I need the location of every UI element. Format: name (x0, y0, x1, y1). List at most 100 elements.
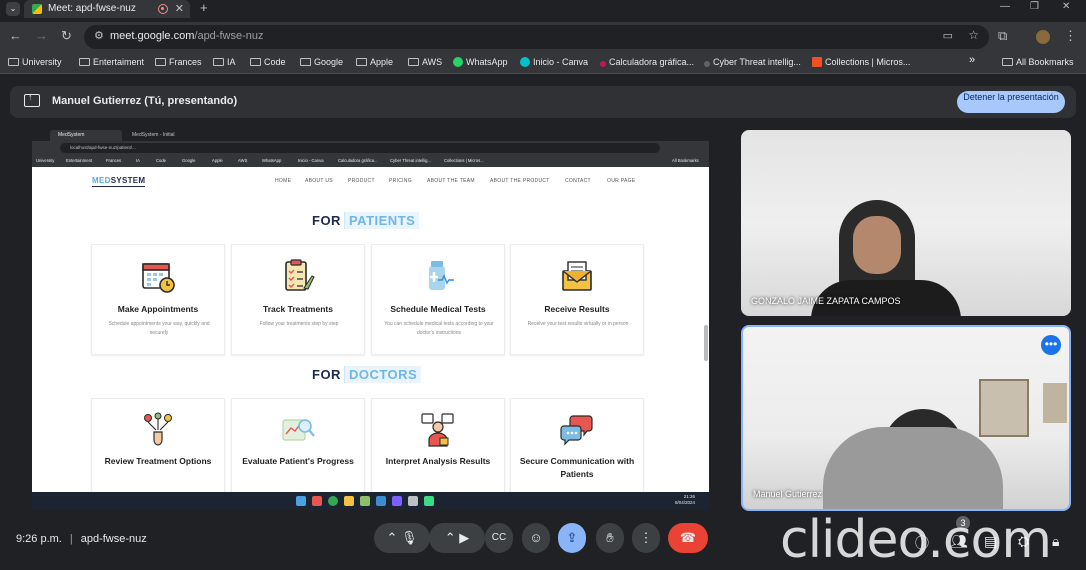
medsystem-page: MEDSYSTEM HOME ABOUT US PRODUCT PRICING … (32, 167, 709, 509)
stop-presenting-button[interactable]: Detener la presentación (957, 91, 1065, 113)
card-description: You can schedule medical tests according… (384, 321, 494, 336)
site-nav-about[interactable]: ABOUT US (305, 178, 333, 184)
site-info-icon[interactable]: ⚙ (94, 29, 104, 42)
host-controls-icon[interactable]: 🔒︎ (1052, 533, 1059, 550)
bookmark-entertainment[interactable]: Entertaiment (79, 56, 144, 69)
envelope-letter-icon (562, 261, 592, 291)
card-make-appointments[interactable]: Make Appointments Schedule appointments … (91, 244, 225, 355)
captions-icon: CC (491, 532, 507, 543)
bookmarks-overflow[interactable]: » (969, 54, 975, 67)
profile-avatar[interactable] (1036, 30, 1050, 44)
participant-tile-manuel[interactable]: ••• Manuel Gutierrez (741, 325, 1071, 511)
medical-bottle-icon (429, 261, 454, 290)
menu-kebab-icon[interactable]: ⋮ (1064, 28, 1077, 44)
browser-tab-strip: ⌄ Meet: apd-fwse-nuz ✕ + — ❐ ✕ (0, 0, 1086, 22)
reload-icon[interactable]: ↻ (61, 28, 72, 44)
all-bookmarks[interactable]: All Bookmarks (1002, 56, 1074, 69)
back-arrow-icon[interactable]: ← (9, 28, 22, 44)
meeting-time: 9:26 p.m. (16, 533, 62, 545)
folder-icon (79, 58, 90, 66)
bookmark-ia[interactable]: IA (213, 56, 236, 69)
present-screen-icon: ⇪ (566, 530, 578, 545)
card-schedule-tests[interactable]: Schedule Medical Tests You can schedule … (371, 244, 505, 355)
doctors-heading: FOR DOCTORS (312, 366, 422, 383)
tab-search-button[interactable]: ⌄ (6, 2, 20, 16)
card-title: Receive Results (544, 304, 610, 314)
card-title: Secure Communication with Patients (519, 456, 635, 479)
bookmark-frances[interactable]: Frances (155, 56, 202, 69)
forward-arrow-icon[interactable]: → (35, 28, 48, 44)
participant-body (823, 427, 1003, 509)
microphone-button[interactable]: ⌃ 🎙︎ (374, 523, 430, 553)
inner-bookmark: Google (182, 158, 196, 163)
new-tab-button[interactable]: + (200, 0, 208, 16)
bookmark-star-icon[interactable]: ☆ (968, 28, 979, 42)
participant-tile-gonzalo[interactable]: GONZALO JAIME ZAPATA CAMPOS (741, 130, 1071, 316)
bookmark-apple[interactable]: Apple (356, 56, 393, 69)
site-nav-our-page[interactable]: OUR PAGE (607, 178, 635, 184)
windows-start-icon (296, 496, 306, 506)
wall-picture (979, 379, 1029, 437)
bookmark-calculadora[interactable]: Calculadora gráfica... (600, 56, 694, 69)
kebab-icon: ⋮ (639, 530, 653, 545)
card-title: Review Treatment Options (104, 456, 212, 466)
inner-toolbar: localhost/apd-fwse-nuz/patient/... (32, 141, 709, 155)
extensions-icon[interactable]: ⧉ (998, 28, 1007, 44)
participant-name: GONZALO JAIME ZAPATA CAMPOS (751, 296, 901, 306)
camera-button[interactable]: ⌃ ▶︎ (429, 523, 485, 553)
tab-close-icon[interactable]: ✕ (175, 0, 184, 18)
chevron-up-icon[interactable]: ⌃ (445, 530, 456, 545)
bookmark-google[interactable]: Google (300, 56, 343, 69)
url-text: meet.google.com/apd-fwse-nuz (110, 30, 264, 42)
taskbar-app-icon (328, 496, 338, 506)
taskbar-app-icon (344, 496, 354, 506)
captions-button[interactable]: CC (485, 523, 513, 553)
decision-hand-icon (144, 412, 172, 446)
bookmark-code[interactable]: Code (250, 56, 286, 69)
site-nav-team[interactable]: ABOUT THE TEAM (427, 178, 475, 184)
site-nav-about-product[interactable]: ABOUT THE PRODUCT (490, 178, 550, 184)
minimize-icon[interactable]: — (1000, 0, 1010, 14)
card-title: Schedule Medical Tests (390, 304, 486, 314)
reactions-button[interactable]: ☺ (522, 523, 550, 553)
inner-bookmark: Collections | Micros... (444, 158, 484, 163)
taskbar-app-icon (360, 496, 370, 506)
chevron-up-icon[interactable]: ⌃ (386, 530, 397, 545)
folder-icon (213, 58, 224, 66)
inner-clock: 21:26 8/04/2024 (674, 494, 695, 505)
desmos-icon (600, 61, 606, 67)
bookmark-whatsapp[interactable]: WhatsApp (453, 56, 508, 69)
site-nav-home[interactable]: HOME (275, 178, 291, 184)
more-options-icon[interactable]: ••• (1041, 335, 1061, 355)
bookmark-collections[interactable]: Collections | Micros... (812, 56, 910, 69)
card-receive-results[interactable]: Receive Results Receive your test result… (510, 244, 644, 355)
site-nav-product[interactable]: PRODUCT (348, 178, 375, 184)
bookmark-canva[interactable]: Inicio - Canva (520, 56, 588, 69)
inner-bookmark: Cyber Threat intellig... (390, 158, 431, 163)
meet-favicon-icon (32, 4, 42, 14)
present-button[interactable]: ⇪ (558, 523, 586, 553)
window-close-icon[interactable]: ✕ (1062, 0, 1070, 14)
bookmark-cyber-threat[interactable]: Cyber Threat intellig... (704, 56, 801, 69)
folder-icon (1002, 58, 1013, 66)
bookmark-university[interactable]: University (8, 56, 62, 69)
tab-meet[interactable]: Meet: apd-fwse-nuz ✕ (24, 0, 190, 18)
inner-bookmark: IA (136, 158, 140, 163)
site-nav-contact[interactable]: CONTACT (565, 178, 591, 184)
more-options-button[interactable]: ⋮ (632, 523, 660, 553)
site-logo[interactable]: MEDSYSTEM (92, 176, 146, 187)
bookmark-aws[interactable]: AWS (408, 56, 442, 69)
maximize-icon[interactable]: ❐ (1030, 0, 1039, 14)
wall-picture (1043, 383, 1067, 423)
presentation-banner: Manuel Gutierrez (Tú, presentando) Deten… (10, 86, 1076, 118)
canva-icon (520, 57, 530, 67)
shared-screen: MedSystem MedSystem - Initial localhost/… (32, 129, 709, 510)
card-track-treatments[interactable]: Track Treatments Follow your treatments … (231, 244, 365, 355)
patients-heading: FOR PATIENTS (312, 212, 420, 229)
leave-call-button[interactable]: ☎︎ (668, 523, 708, 553)
camera-icon[interactable]: ▭ (943, 29, 953, 42)
microphone-icon: 🎙︎ (401, 530, 418, 545)
site-nav-pricing[interactable]: PRICING (389, 178, 412, 184)
raise-hand-button[interactable]: ✋︎ (596, 523, 624, 553)
address-bar[interactable]: ⚙ meet.google.com/apd-fwse-nuz ▭ ☆ (84, 25, 989, 49)
